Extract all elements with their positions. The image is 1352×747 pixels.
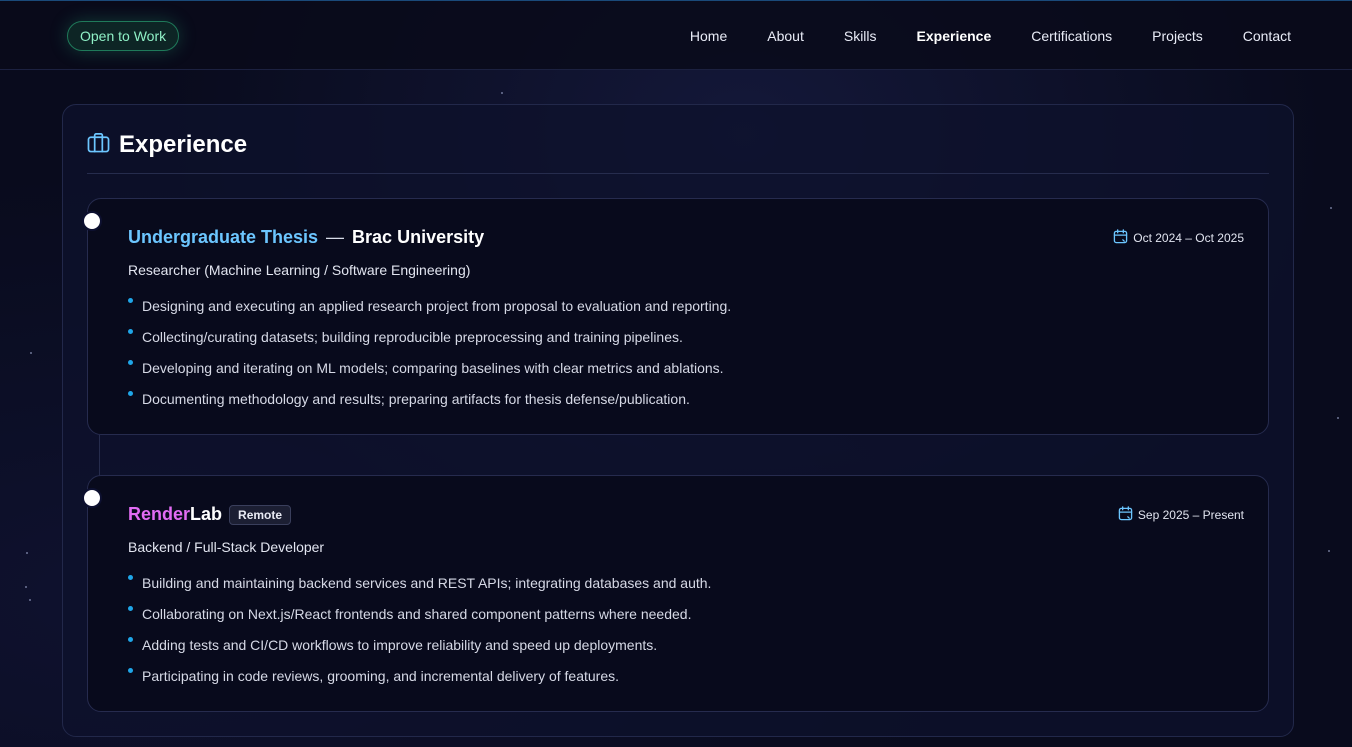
date-range: Oct 2024 – Oct 2025 — [1133, 231, 1244, 245]
list-item: Collecting/curating datasets; building r… — [128, 327, 731, 358]
list-item: Building and maintaining backend service… — [128, 573, 711, 604]
list-item: Developing and iterating on ML models; c… — [128, 358, 731, 389]
experience-section: Experience Undergraduate Thesis — Brac U… — [62, 104, 1294, 737]
nav-home[interactable]: Home — [690, 27, 727, 45]
list-item: Participating in code reviews, grooming,… — [128, 666, 711, 697]
experience-date: Oct 2024 – Oct 2025 — [1113, 229, 1244, 247]
nav-contact[interactable]: Contact — [1243, 27, 1291, 45]
nav-experience[interactable]: Experience — [917, 27, 992, 45]
section-title: Experience — [119, 131, 248, 158]
experience-title-main: Undergraduate Thesis — [128, 227, 319, 247]
background-star — [1337, 417, 1339, 419]
nav-skills[interactable]: Skills — [844, 27, 877, 45]
experience-title: Render Lab Remote — [128, 504, 292, 525]
section-header: Experience — [87, 131, 247, 159]
title-separator: — — [326, 227, 345, 247]
background-star — [29, 599, 31, 601]
nav-about[interactable]: About — [767, 27, 804, 45]
experience-bullets: Designing and executing an applied resea… — [128, 296, 731, 420]
background-star — [1330, 207, 1332, 209]
background-star — [25, 586, 27, 588]
experience-title: Undergraduate Thesis — Brac University — [128, 227, 484, 248]
list-item: Documenting methodology and results; pre… — [128, 389, 731, 420]
remote-badge: Remote — [229, 504, 292, 525]
experience-card-thesis: Undergraduate Thesis — Brac University O… — [82, 198, 1269, 435]
background-star — [501, 92, 503, 94]
calendar-icon — [1113, 229, 1128, 247]
background-star — [30, 352, 32, 354]
calendar-icon — [1118, 506, 1133, 524]
experience-role: Researcher (Machine Learning / Software … — [128, 262, 471, 278]
background-star — [1328, 550, 1330, 552]
list-item: Collaborating on Next.js/React frontends… — [128, 604, 711, 635]
timeline-dot — [82, 211, 102, 231]
experience-org: Brac University — [352, 227, 485, 247]
experience-role: Backend / Full-Stack Developer — [128, 539, 325, 555]
list-item: Designing and executing an applied resea… — [128, 296, 731, 327]
company-name-part1: Render — [128, 504, 191, 524]
experience-card-renderlab: Render Lab Remote Sep 2025 – Present Back… — [82, 475, 1269, 712]
briefcase-icon — [87, 132, 110, 158]
section-divider — [87, 173, 1269, 174]
open-to-work-badge[interactable]: Open to Work — [67, 21, 180, 51]
experience-bullets: Building and maintaining backend service… — [128, 573, 711, 697]
timeline-dot — [82, 488, 102, 508]
list-item: Adding tests and CI/CD workflows to impr… — [128, 635, 711, 666]
nav-certifications[interactable]: Certifications — [1031, 27, 1112, 45]
experience-date: Sep 2025 – Present — [1118, 506, 1244, 524]
main-nav: Home About Skills Experience Certificati… — [650, 27, 1291, 45]
timeline-line — [99, 435, 100, 477]
company-name-part2: Lab — [190, 504, 223, 524]
nav-projects[interactable]: Projects — [1152, 27, 1203, 45]
navbar: Open to Work Home About Skills Experienc… — [0, 0, 1352, 70]
background-star — [26, 552, 28, 554]
date-range: Sep 2025 – Present — [1137, 508, 1244, 522]
